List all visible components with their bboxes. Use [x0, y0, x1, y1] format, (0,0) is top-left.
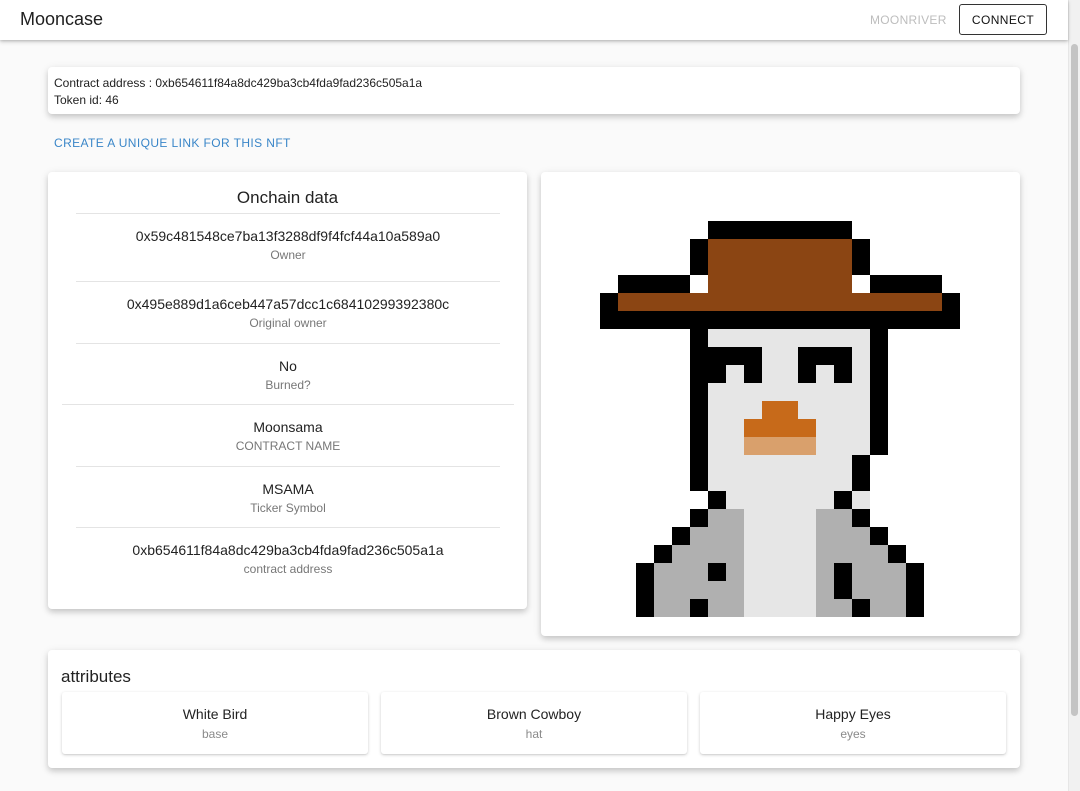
contract-address-text: Contract address : 0xb654611f84a8dc429ba… — [54, 76, 423, 90]
ticker-value: MSAMA — [262, 481, 314, 497]
owner-value: 0x59c481548ce7ba13f3288df9f4fcf44a10a589… — [135, 228, 441, 244]
attribute-base-card: White Bird base — [62, 692, 368, 754]
attribute-base-value: White Bird — [182, 706, 248, 722]
token-id-text: Token id: 46 — [54, 93, 119, 107]
contract-address-label: contract address — [243, 562, 333, 576]
onchain-row-contract-address: 0xb654611f84a8dc429ba3cb4fda9fad236c505a… — [76, 527, 500, 576]
contract-name-value: Moonsama — [253, 419, 323, 435]
connect-button[interactable]: CONNECT — [959, 4, 1047, 35]
app-bar: Mooncase MOONRIVER CONNECT — [0, 0, 1068, 40]
scrollbar-thumb[interactable] — [1071, 44, 1078, 716]
attribute-eyes-card: Happy Eyes eyes — [700, 692, 1006, 754]
network-label[interactable]: MOONRIVER — [870, 13, 947, 27]
onchain-row-burned: No Burned? — [76, 343, 500, 392]
burned-value: No — [279, 358, 297, 374]
attribute-eyes-label: eyes — [840, 727, 866, 741]
attributes-title: attributes — [61, 667, 131, 686]
attribute-hat-value: Brown Cowboy — [486, 706, 582, 722]
onchain-row-contract-name: Moonsama CONTRACT NAME — [62, 404, 514, 453]
attribute-base-label: base — [201, 727, 229, 741]
onchain-data-card: Onchain data 0x59c481548ce7ba13f3288df9f… — [48, 172, 527, 609]
onchain-row-original-owner: 0x495e889d1a6ceb447a57dcc1c6841029939238… — [76, 281, 500, 330]
onchain-row-owner: 0x59c481548ce7ba13f3288df9f4fcf44a10a589… — [76, 213, 500, 262]
contract-name-label: CONTRACT NAME — [235, 439, 341, 453]
burned-label: Burned? — [265, 378, 311, 392]
onchain-row-ticker: MSAMA Ticker Symbol — [76, 466, 500, 515]
original-owner-value: 0x495e889d1a6ceb447a57dcc1c6841029939238… — [126, 296, 450, 312]
attribute-eyes-value: Happy Eyes — [815, 706, 891, 722]
ticker-label: Ticker Symbol — [250, 501, 326, 515]
attribute-hat-card: Brown Cowboy hat — [381, 692, 687, 754]
original-owner-label: Original owner — [249, 316, 327, 330]
nft-image-card — [541, 172, 1020, 636]
contract-info-card: Contract address : 0xb654611f84a8dc429ba… — [48, 67, 1020, 114]
onchain-data-title: Onchain data — [236, 188, 339, 207]
attribute-hat-label: hat — [525, 727, 543, 741]
create-unique-link-button[interactable]: CREATE A UNIQUE LINK FOR THIS NFT — [54, 136, 291, 150]
nft-pixel-art-image[interactable] — [541, 172, 1020, 636]
app-brand[interactable]: Mooncase — [20, 9, 103, 30]
contract-address-value: 0xb654611f84a8dc429ba3cb4fda9fad236c505a… — [132, 542, 444, 558]
attributes-card: attributes White Bird base Brown Cowboy … — [48, 650, 1020, 768]
owner-label: Owner — [270, 248, 306, 262]
